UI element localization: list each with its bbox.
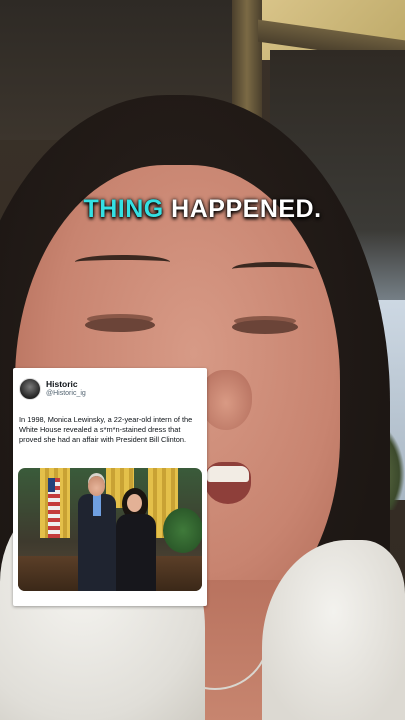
- left-eyebrow: [75, 255, 170, 269]
- man-shirt: [93, 494, 101, 516]
- woman-dress: [116, 514, 156, 591]
- teeth: [207, 466, 249, 482]
- photo-plant: [163, 508, 202, 553]
- caption-text: HAPPENED.: [163, 195, 322, 223]
- profile-avatar-icon[interactable]: [19, 378, 41, 400]
- photo-woman: [116, 488, 156, 591]
- photo-flag-canton: [48, 478, 55, 492]
- tweet-display-name[interactable]: Historic: [46, 379, 86, 389]
- tweet-card[interactable]: Historic @Historic_ig In 1998, Monica Le…: [13, 368, 207, 606]
- tweet-body: In 1998, Monica Lewinsky, a 22-year-old …: [19, 415, 193, 445]
- left-eye: [85, 318, 155, 332]
- tweet-header: Historic @Historic_ig: [19, 377, 201, 401]
- photo-man: [78, 476, 116, 591]
- tweet-handle[interactable]: @Historic_ig: [46, 389, 86, 399]
- man-head: [88, 476, 105, 496]
- video-caption: THING HAPPENED.: [0, 195, 405, 224]
- video-frame[interactable]: THING HAPPENED. Historic @Historic_ig In…: [0, 0, 405, 720]
- right-eye: [232, 320, 298, 334]
- caption-highlight: THING: [83, 195, 164, 223]
- tweet-author: Historic @Historic_ig: [46, 379, 86, 399]
- tweet-photo[interactable]: [18, 468, 202, 591]
- nose: [200, 370, 252, 430]
- right-eyebrow: [232, 262, 314, 276]
- woman-face: [127, 494, 142, 512]
